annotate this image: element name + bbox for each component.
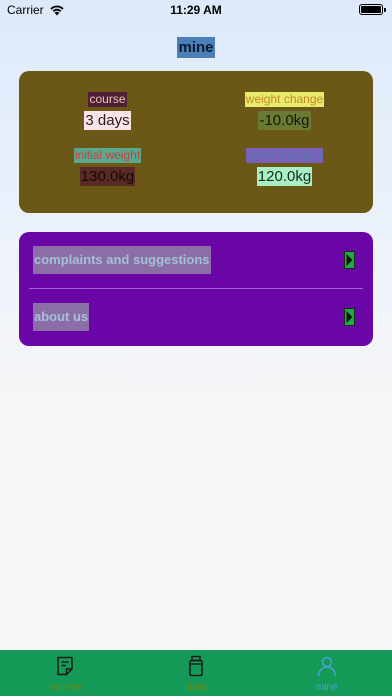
chevron-right-icon — [344, 308, 355, 326]
stat-weight-change: weight change -10.0kg — [196, 90, 373, 130]
stat-current-weight: current weight 120.0kg — [196, 146, 373, 186]
tab-records[interactable]: records — [0, 650, 131, 696]
stats-card: course 3 days weight change -10.0kg init… — [19, 71, 373, 213]
tab-label: mine — [315, 682, 338, 693]
tab-label: records — [48, 682, 83, 693]
battery-icon — [359, 4, 386, 15]
stat-value-weight-change: -10.0kg — [258, 111, 311, 130]
battery-jar-icon — [189, 655, 203, 677]
menu-item-label: complaints and suggestions — [33, 246, 211, 274]
stat-label-initial-weight: initial weight — [73, 148, 142, 163]
menu-card: complaints and suggestions about us — [19, 232, 373, 346]
note-icon — [57, 656, 74, 676]
status-time: 11:29 AM — [170, 3, 222, 17]
stat-label-course: course — [88, 92, 127, 107]
status-bar: Carrier 11:29 AM — [0, 0, 392, 22]
about-us-row[interactable]: about us — [19, 289, 373, 345]
stat-label-current-weight: current weight — [245, 148, 324, 163]
tab-mine[interactable]: mine — [261, 650, 392, 696]
stat-label-weight-change: weight change — [244, 92, 325, 107]
stat-value-course: 3 days — [84, 111, 131, 130]
complaints-and-suggestions-row[interactable]: complaints and suggestions — [19, 232, 373, 288]
stat-initial-weight: initial weight 130.0kg — [19, 146, 196, 186]
tab-label: data — [186, 682, 206, 693]
stat-value-current-weight: 120.0kg — [256, 167, 313, 186]
person-icon — [317, 656, 336, 677]
page-title: mine — [177, 37, 215, 58]
stat-value-initial-weight: 130.0kg — [79, 167, 136, 186]
menu-item-label: about us — [33, 303, 90, 331]
chevron-right-icon — [344, 251, 355, 269]
tab-data[interactable]: data — [131, 650, 262, 696]
stat-course: course 3 days — [19, 90, 196, 130]
header: mine — [0, 37, 392, 58]
tab-bar: records data mine — [0, 650, 392, 696]
